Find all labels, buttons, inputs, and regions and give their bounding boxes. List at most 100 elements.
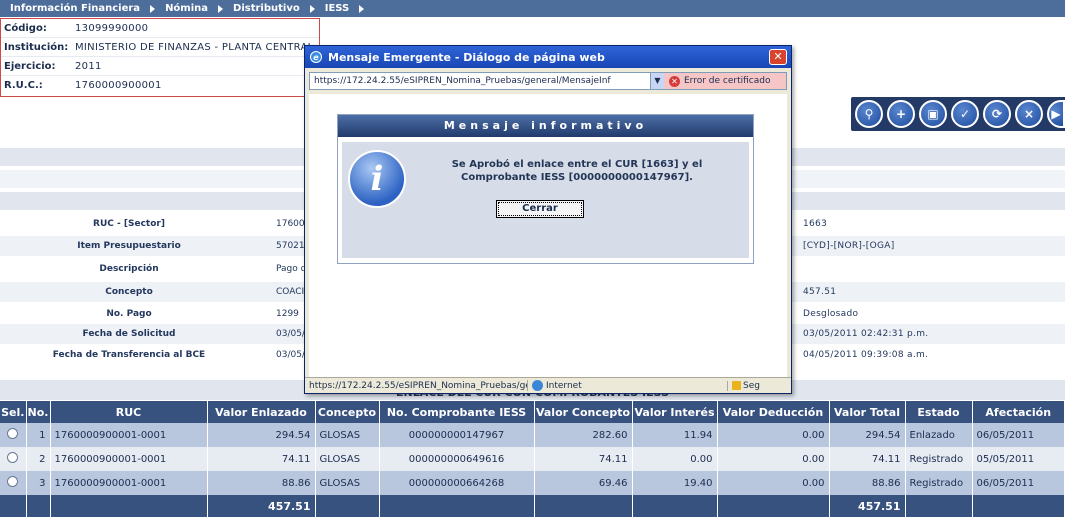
cell-concepto: GLOSAS <box>315 471 380 495</box>
certificate-error-label: Error de certificado <box>684 76 771 86</box>
cell-no: 1 <box>26 423 51 447</box>
row-select-radio[interactable] <box>7 452 19 463</box>
column-header[interactable]: Estado <box>905 401 973 423</box>
approve-icon[interactable]: ✓ <box>951 100 979 128</box>
column-header[interactable]: Valor Total <box>829 401 906 423</box>
table-row[interactable]: 3 1760000900001-0001 88.86 GLOSAS 000000… <box>0 471 1065 495</box>
preview-icon[interactable]: ⚲ <box>855 100 883 128</box>
cell-afectacion: 06/05/2011 <box>972 423 1065 447</box>
detail-value: 03/05/ <box>276 350 305 360</box>
totals-row: 457.51 457.51 <box>0 495 1065 517</box>
column-header[interactable]: Valor Interés <box>632 401 718 423</box>
message-title: Mensaje informativo <box>338 115 753 137</box>
info-row-institucion: Institución: MINISTERIO DE FINANZAS - PL… <box>1 38 319 57</box>
dialog-title-bar[interactable]: e Mensaje Emergente - Diálogo de página … <box>305 46 791 68</box>
detail-label: Fecha de Solicitud <box>82 329 176 339</box>
total-cell <box>534 495 633 517</box>
certificate-error-button[interactable]: ✕ Error de certificado <box>664 73 786 89</box>
cell-valor-deduccion: 0.00 <box>717 447 830 471</box>
total-cell <box>26 495 51 517</box>
chevron-down-icon[interactable]: ▼ <box>650 73 664 89</box>
comprobantes-table: Sel. No. RUC Valor Enlazado Concepto No.… <box>0 401 1065 517</box>
close-icon[interactable]: ✕ <box>769 49 787 65</box>
cell-estado: Registrado <box>905 471 973 495</box>
total-cell <box>50 495 208 517</box>
cell-valor-total: 74.11 <box>829 447 906 471</box>
column-header[interactable]: No. <box>26 401 51 423</box>
cell-ruc: 1760000900001-0001 <box>50 471 208 495</box>
ruc-label: R.U.C.: <box>4 80 43 91</box>
status-bar: https://172.24.2.55/eSIPREN_Nomina_Prueb… <box>305 377 791 393</box>
cell-valor-deduccion: 0.00 <box>717 471 830 495</box>
cell-valor-concepto: 282.60 <box>534 423 633 447</box>
detail-value: COACI <box>276 287 305 297</box>
cell-concepto: GLOSAS <box>315 423 380 447</box>
cell-valor-enlazado: 294.54 <box>207 423 316 447</box>
detail-label: Item Presupuestario <box>77 241 181 251</box>
detail-value: 1299 <box>276 309 299 319</box>
cell-valor-concepto: 69.46 <box>534 471 633 495</box>
cell-ruc: 1760000900001-0001 <box>50 447 208 471</box>
total-cell <box>717 495 830 517</box>
security-label: Seg <box>743 380 760 391</box>
address-bar: https://172.24.2.55/eSIPREN_Nomina_Prueb… <box>309 72 787 90</box>
message-text: Se Aprobó el enlace entre el CUR [1663] … <box>451 159 703 183</box>
column-header[interactable]: Valor Enlazado <box>207 401 316 423</box>
breadcrumb-item-distributivo[interactable]: Distributivo <box>223 0 315 17</box>
detail-right-value: 457.51 <box>803 287 837 297</box>
breadcrumb-label: Información Financiera <box>10 3 141 14</box>
cell-valor-concepto: 74.11 <box>534 447 633 471</box>
row-select-radio[interactable] <box>7 476 19 487</box>
cell-comprobante: 000000000664268 <box>379 471 535 495</box>
column-header[interactable]: Sel. <box>0 401 27 423</box>
total-valor-enlazado: 457.51 <box>207 495 316 517</box>
total-cell <box>972 495 1065 517</box>
cell-estado: Registrado <box>905 447 973 471</box>
table-row[interactable]: 2 1760000900001-0001 74.11 GLOSAS 000000… <box>0 447 1065 471</box>
cell-afectacion: 06/05/2011 <box>972 471 1065 495</box>
breadcrumb-label: IESS <box>324 3 350 14</box>
internet-explorer-icon: e <box>310 51 322 63</box>
ejercicio-value: 2011 <box>75 60 102 72</box>
detail-right-value: 03/05/2011 02:42:31 p.m. <box>803 329 929 339</box>
save-icon[interactable]: ▣ <box>919 100 947 128</box>
codigo-value: 13099990000 <box>75 22 149 34</box>
globe-icon <box>532 380 543 391</box>
column-header[interactable]: No. Comprobante IESS <box>379 401 535 423</box>
info-row-codigo: Código: 13099990000 <box>1 19 319 38</box>
status-url: https://172.24.2.55/eSIPREN_Nomina_Prueb… <box>309 380 527 391</box>
column-header[interactable]: Valor Concepto <box>534 401 633 423</box>
lock-icon <box>732 381 741 390</box>
column-header[interactable]: Afectación <box>972 401 1065 423</box>
cell-comprobante: 000000000649616 <box>379 447 535 471</box>
institution-info-panel: Código: 13099990000 Institución: MINISTE… <box>0 18 320 97</box>
add-icon[interactable]: + <box>887 100 915 128</box>
breadcrumb-item-informacion-financiera[interactable]: Información Financiera <box>0 0 156 17</box>
cell-comprobante: 000000000147967 <box>379 423 535 447</box>
column-header[interactable]: Valor Deducción <box>717 401 830 423</box>
detail-value: 03/05/ <box>276 329 305 339</box>
codigo-label: Código: <box>4 22 47 34</box>
security-indicator[interactable]: Seg <box>727 380 760 391</box>
row-select-radio[interactable] <box>7 428 19 439</box>
dialog-content: Mensaje informativo i Se Aprobó el enlac… <box>309 94 787 379</box>
delete-icon[interactable]: × <box>1015 100 1043 128</box>
exit-icon[interactable]: ▶ <box>1047 100 1065 128</box>
column-header[interactable]: RUC <box>50 401 208 423</box>
action-toolbar: ⚲ + ▣ ✓ ⟳ × ▶ <box>851 97 1065 131</box>
close-button[interactable]: Cerrar <box>496 200 584 218</box>
detail-label: No. Pago <box>106 309 152 319</box>
breadcrumb-item-iess[interactable]: IESS <box>315 0 365 17</box>
column-header[interactable]: Concepto <box>315 401 380 423</box>
message-box: Mensaje informativo i Se Aprobó el enlac… <box>337 114 754 264</box>
refresh-icon[interactable]: ⟳ <box>983 100 1011 128</box>
table-row[interactable]: 1 1760000900001-0001 294.54 GLOSAS 00000… <box>0 423 1065 447</box>
cell-afectacion: 05/05/2011 <box>972 447 1065 471</box>
address-url[interactable]: https://172.24.2.55/eSIPREN_Nomina_Prueb… <box>310 76 650 86</box>
cell-valor-interes: 19.40 <box>632 471 718 495</box>
cell-no: 2 <box>26 447 51 471</box>
info-icon: i <box>348 150 406 208</box>
zone-label: Internet <box>546 380 582 391</box>
breadcrumb-item-nomina[interactable]: Nómina <box>155 0 224 17</box>
select-cell <box>0 447 27 471</box>
